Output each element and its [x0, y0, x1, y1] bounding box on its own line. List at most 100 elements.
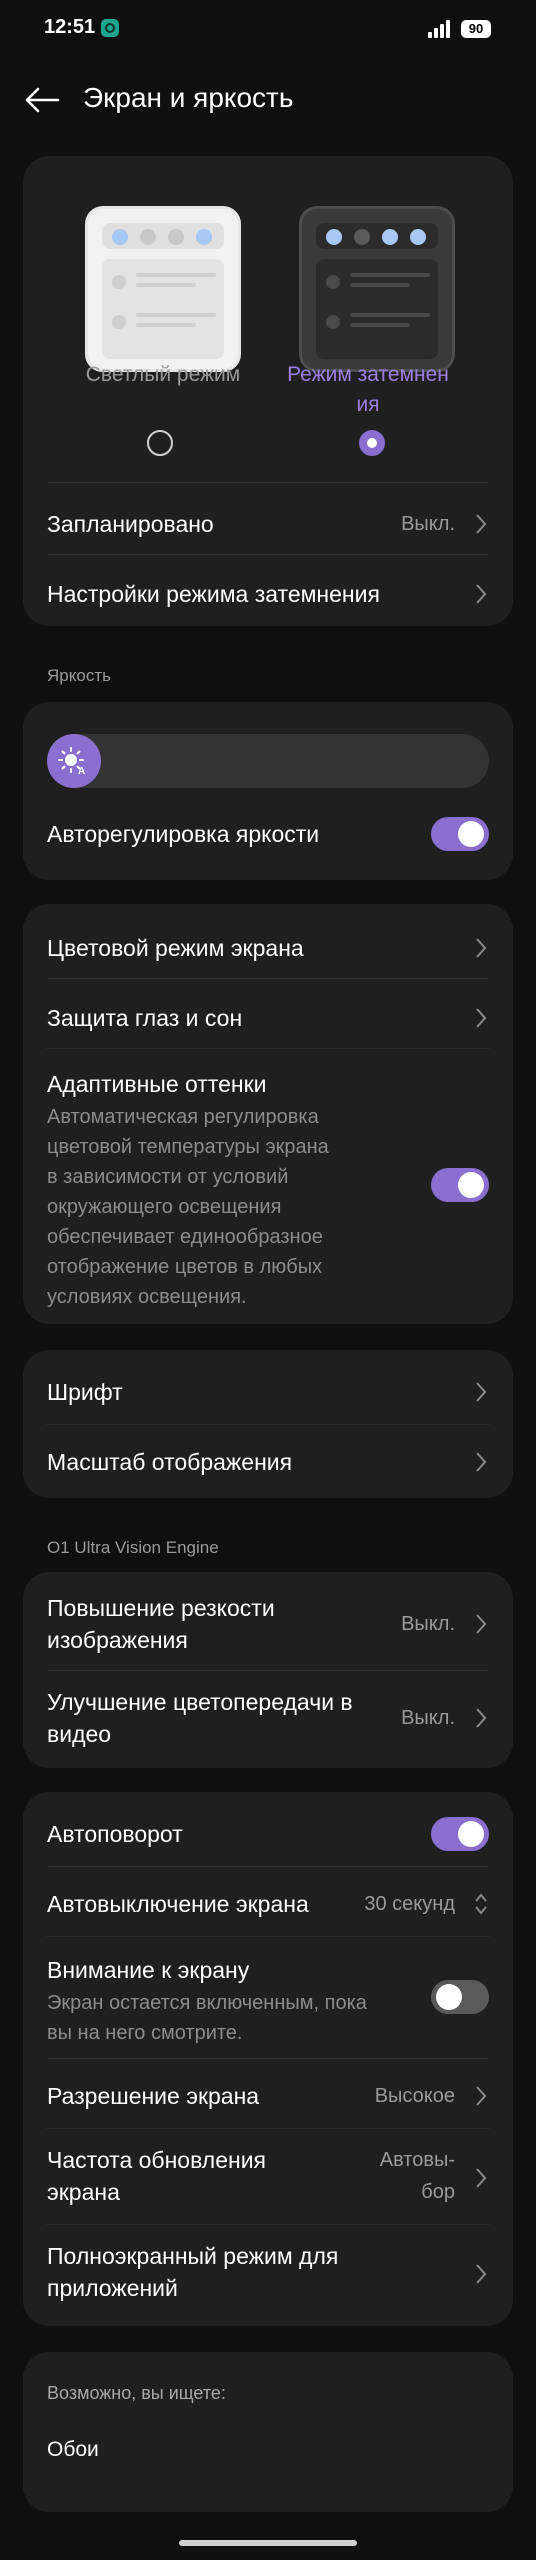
refresh-rate-value-line: бор	[421, 2181, 455, 2203]
brightness-card: A Авторегулировка яркости	[23, 702, 513, 880]
dark-mode-settings-row[interactable]: Настройки режима затемнения	[47, 570, 489, 618]
light-theme-preview[interactable]	[85, 206, 241, 372]
back-arrow-icon[interactable]	[24, 86, 60, 114]
divider	[47, 1866, 489, 1867]
chevron-right-icon	[476, 2086, 487, 2106]
video-color-label-line: Улучшение цветопередачи в	[47, 1689, 353, 1715]
screen-attention-desc-line: вы на него смотрите.	[47, 2022, 243, 2044]
chevron-right-icon	[476, 584, 487, 604]
chevron-right-icon	[476, 1708, 487, 1728]
sharpness-label-line: изображения	[47, 1627, 188, 1653]
font-label: Шрифт	[47, 1379, 123, 1405]
adaptive-tones-toggle[interactable]	[431, 1168, 489, 1202]
vision-section-label: O1 Ultra Vision Engine	[47, 1538, 219, 1557]
divider	[47, 1048, 489, 1049]
screen-timeout-label: Автовыключение экрана	[47, 1891, 309, 1917]
suggestion-wallpapers-link[interactable]: Обои	[47, 2434, 99, 2466]
signal-icon	[428, 20, 452, 38]
sharpness-value: Выкл.	[401, 1613, 455, 1635]
divider	[47, 1424, 489, 1425]
dark-mode-radio[interactable]	[359, 430, 385, 456]
screen-card: Автоповорот Автовыключение экрана 30 сек…	[23, 1792, 513, 2326]
color-mode-label: Цветовой режим экрана	[47, 935, 304, 961]
resolution-value: Высокое	[374, 2085, 455, 2107]
display-scale-label: Масштаб отображения	[47, 1449, 293, 1475]
notification-app-icon	[101, 19, 119, 37]
color-card: Цветовой режим экрана Защита глаз и сон …	[23, 904, 513, 1324]
screen-attention-label: Внимание к экрану	[47, 1957, 250, 1983]
refresh-rate-label-line: экрана	[47, 2179, 120, 2205]
resolution-row[interactable]: Разрешение экрана Высокое	[47, 2072, 489, 2120]
dark-theme-preview[interactable]	[299, 206, 455, 372]
autorotate-row[interactable]: Автоповорот	[47, 1810, 489, 1858]
divider	[47, 554, 489, 555]
adaptive-tones-label: Адаптивные оттенки	[47, 1071, 267, 1097]
divider	[47, 2058, 489, 2059]
brightness-section-label: Яркость	[47, 666, 111, 685]
screen-attention-row[interactable]: Внимание к экрану Экран остается включен…	[47, 1948, 489, 2048]
autorotate-label: Автоповорот	[47, 1821, 183, 1847]
font-row[interactable]: Шрифт	[47, 1368, 489, 1416]
adaptive-desc-line: в зависимости от условий	[47, 1166, 289, 1188]
autorotate-toggle[interactable]	[431, 1817, 489, 1851]
header: Экран и яркость	[0, 68, 536, 132]
divider	[47, 2224, 489, 2225]
home-indicator[interactable]	[179, 2540, 357, 2546]
video-color-value: Выкл.	[401, 1707, 455, 1729]
dark-mode-label: Режим затемнения	[287, 363, 449, 416]
screen-timeout-row[interactable]: Автовыключение экрана 30 секунд	[47, 1880, 489, 1928]
battery-icon: 90	[461, 20, 491, 38]
divider	[47, 2128, 489, 2129]
eye-protection-row[interactable]: Защита глаз и сон	[47, 994, 489, 1042]
color-mode-row[interactable]: Цветовой режим экрана	[47, 924, 489, 972]
video-color-row[interactable]: Улучшение цветопередачи в видео Выкл.	[47, 1684, 489, 1756]
divider	[47, 1936, 489, 1937]
auto-brightness-row[interactable]: Авторегулировка яркости	[47, 814, 489, 854]
adaptive-desc-line: цветовой температуры экрана	[47, 1136, 329, 1158]
divider	[47, 482, 489, 483]
resolution-label: Разрешение экрана	[47, 2083, 260, 2109]
auto-brightness-toggle[interactable]	[431, 817, 489, 851]
chevron-right-icon	[476, 2168, 487, 2188]
svg-text:A: A	[78, 766, 85, 777]
adaptive-desc-line: обеспечивает единообразное	[47, 1226, 323, 1248]
vision-card: Повышение резкости изображения Выкл. Улу…	[23, 1572, 513, 1768]
suggestions-title: Возможно, вы ищете:	[47, 2383, 226, 2403]
sharpness-label-line: Повышение резкости	[47, 1595, 275, 1621]
adaptive-desc-line: условиях освещения.	[47, 1286, 247, 1308]
page-title: Экран и яркость	[83, 82, 294, 113]
chevron-right-icon	[476, 514, 487, 534]
fullscreen-apps-label-line: Полноэкранный режим для	[47, 2243, 339, 2269]
screen-attention-toggle[interactable]	[431, 1980, 489, 2014]
fullscreen-apps-label-line: приложений	[47, 2275, 178, 2301]
sharpness-row[interactable]: Повышение резкости изображения Выкл.	[47, 1590, 489, 1662]
divider	[47, 978, 489, 979]
auto-brightness-label: Авторегулировка яркости	[47, 821, 320, 847]
refresh-rate-label-line: Частота обновления	[47, 2147, 267, 2173]
eye-protection-label: Защита глаз и сон	[47, 1005, 243, 1031]
brightness-slider[interactable]: A	[47, 734, 489, 788]
status-bar: 12:51 90	[0, 0, 536, 58]
refresh-rate-row[interactable]: Частота обновления экрана Автовы- бор	[47, 2142, 489, 2214]
refresh-rate-value-line: Автовы-	[379, 2149, 455, 2171]
scheduled-label: Запланировано	[47, 511, 214, 537]
adaptive-tones-row[interactable]: Адаптивные оттенки Автоматическая регули…	[47, 1062, 489, 1312]
chevron-right-icon	[476, 1452, 487, 1472]
light-mode-label: Светлый режим	[85, 363, 241, 386]
status-time: 12:51	[44, 16, 96, 38]
adaptive-desc-line: окружающего освещения	[47, 1196, 282, 1218]
chevron-right-icon	[476, 1382, 487, 1402]
adaptive-desc-line: Автоматическая регулировка	[47, 1106, 319, 1128]
scheduled-row[interactable]: Запланировано Выкл.	[47, 500, 489, 548]
adaptive-desc-line: отображение цветов в любых	[47, 1256, 323, 1278]
display-scale-row[interactable]: Масштаб отображения	[47, 1438, 489, 1486]
screen-timeout-value: 30 секунд	[364, 1893, 455, 1915]
light-mode-radio[interactable]	[147, 430, 173, 456]
divider	[47, 1670, 489, 1671]
chevron-right-icon	[476, 1008, 487, 1028]
fullscreen-apps-row[interactable]: Полноэкранный режим для приложений	[47, 2238, 489, 2310]
screen-attention-desc-line: Экран остается включенным, пока	[47, 1992, 367, 2014]
theme-card: Светлый режим Режим затемнения Запланиро…	[23, 156, 513, 626]
scheduled-value: Выкл.	[401, 513, 455, 535]
dark-mode-settings-label: Настройки режима затемнения	[47, 581, 380, 607]
